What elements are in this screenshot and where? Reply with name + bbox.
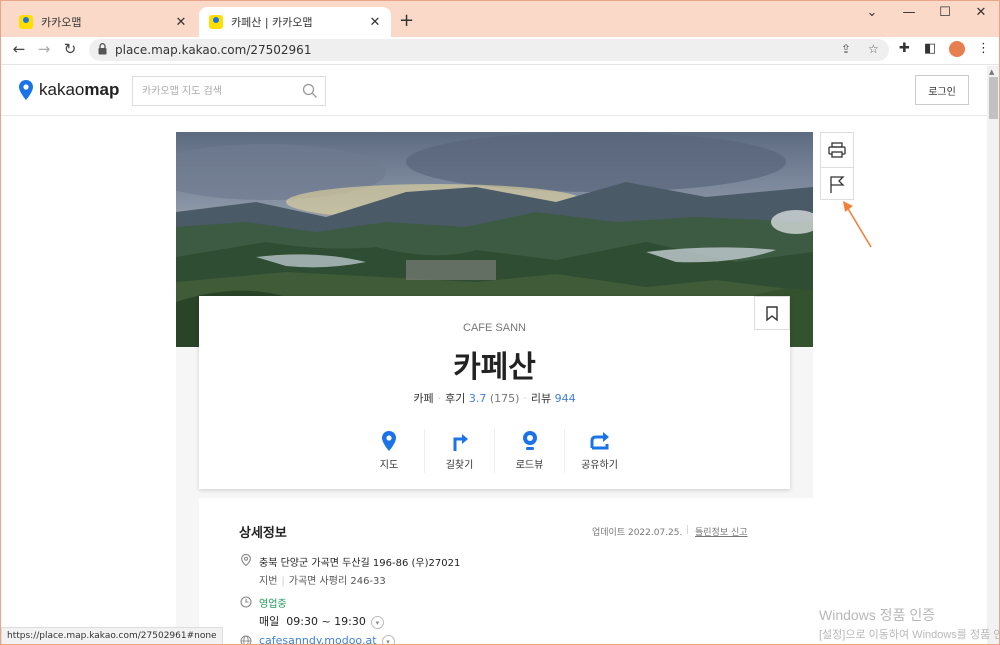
report-flag-button[interactable]	[821, 167, 853, 201]
maximize-icon[interactable]: ☐	[935, 5, 955, 20]
share-arrow-icon	[590, 432, 609, 450]
action-label: 길찾기	[445, 460, 474, 471]
link-status-bar: https://place.map.kakao.com/27502961#non…	[1, 627, 223, 644]
url-text: place.map.kakao.com/27502961	[115, 43, 312, 57]
share-action-button[interactable]: 공유하기	[564, 429, 634, 473]
map-pin-icon	[382, 431, 396, 451]
extensions-puzzle-icon[interactable]: ✚	[899, 41, 910, 56]
close-window-icon[interactable]: ✕	[971, 5, 991, 20]
review-label: 후기	[445, 392, 466, 405]
rating-count: (175)	[489, 392, 520, 405]
detail-heading: 상세정보	[239, 526, 287, 541]
detail-info-section: 상세정보 업데이트 2022.07.25. | 틀린정보 신고 충북 단양군 가…	[199, 498, 813, 644]
browser-window: 카카오맵 ✕ 카페산 | 카카오맵 ✕ + ⌄ — ☐ ✕ ← → ↻ plac…	[0, 0, 1000, 645]
update-date: 업데이트 2022.07.25.	[592, 528, 683, 538]
report-error-link[interactable]: 틀린정보 신고	[695, 525, 748, 538]
chevron-down-icon[interactable]: ▾	[370, 615, 384, 629]
scrollbar-thumb[interactable]	[989, 77, 998, 119]
roadview-icon	[522, 431, 537, 450]
share-icon[interactable]: ⇪	[841, 42, 851, 56]
tab-strip: 카카오맵 ✕ 카페산 | 카카오맵 ✕ + ⌄ — ☐ ✕	[1, 1, 999, 37]
place-actions: 지도 길찾기 로드뷰 공유하기	[354, 429, 637, 473]
clock-icon	[240, 596, 252, 608]
action-label: 로드뷰	[515, 460, 544, 471]
tab-title: 카카오맵	[41, 16, 82, 29]
place-meta: 카페 · 후기 3.7 (175) · 리뷰 944	[413, 392, 576, 405]
roadview-action-button[interactable]: 로드뷰	[494, 429, 564, 473]
printer-icon	[828, 142, 846, 158]
address-bar[interactable]: place.map.kakao.com/27502961 ⇪ ☆	[89, 39, 889, 61]
bookmark-icon	[766, 305, 778, 321]
action-label: 지도	[379, 460, 399, 471]
windows-activation-subtext: [설정]으로 이동하여 Windows를 정품 인증합니다.	[819, 629, 999, 641]
kakaomap-favicon-icon	[209, 15, 223, 29]
print-button[interactable]	[821, 133, 853, 167]
place-name: 카페산	[453, 350, 536, 385]
bookmark-button[interactable]	[754, 296, 790, 330]
blog-review-count[interactable]: 944	[555, 392, 576, 405]
back-arrow-icon[interactable]: ←	[9, 40, 29, 58]
browser-toolbar: ← → ↻ place.map.kakao.com/27502961 ⇪ ☆ ✚…	[1, 37, 999, 65]
map-search-input[interactable]	[133, 77, 293, 105]
lock-icon	[98, 43, 107, 55]
bookmark-star-icon[interactable]: ☆	[868, 42, 879, 56]
action-label: 공유하기	[581, 460, 618, 471]
minimize-icon[interactable]: —	[899, 5, 919, 20]
logo-text: kakaomap	[39, 80, 120, 99]
rating-score[interactable]: 3.7	[469, 392, 487, 405]
place-name-english: CAFE SANN	[463, 322, 526, 334]
map-search-box	[132, 76, 326, 106]
kakaomap-favicon-icon	[19, 15, 33, 29]
globe-icon	[240, 635, 252, 644]
chevron-down-icon[interactable]: ▾	[381, 634, 395, 644]
page-scrollbar[interactable]: ▲	[987, 66, 999, 644]
address-text: 충북 단양군 가곡면 두산길 196-86 (우)27021	[259, 558, 461, 569]
kakao-header: kakaomap 로그인	[1, 66, 987, 116]
reload-icon[interactable]: ↻	[60, 40, 80, 58]
kakaomap-logo[interactable]: kakaomap	[19, 80, 119, 100]
tab-search-chevron-icon[interactable]: ⌄	[862, 5, 882, 20]
map-pin-logo-icon	[19, 80, 33, 100]
jibun-address: 지번 | 가곡면 사평리 246-33	[259, 576, 386, 587]
profile-avatar[interactable]	[949, 41, 965, 57]
tab-kakaomap[interactable]: 카카오맵 ✕	[9, 7, 197, 37]
tab-cafe-sann[interactable]: 카페산 | 카카오맵 ✕	[199, 7, 391, 37]
side-panel-icon[interactable]: ◧	[924, 41, 936, 56]
business-hours: 매일 09:30 ~ 19:30 ▾	[259, 613, 384, 629]
flag-icon	[830, 175, 845, 193]
location-pin-icon	[241, 554, 251, 566]
place-category: 카페	[413, 392, 434, 405]
scroll-up-icon[interactable]: ▲	[989, 68, 994, 76]
windows-activation-watermark: Windows 정품 인증	[819, 607, 936, 623]
side-tool-buttons	[820, 132, 854, 200]
close-tab-icon[interactable]: ✕	[173, 15, 189, 30]
annotation-arrow	[843, 201, 872, 248]
open-status: 영업중	[259, 599, 287, 610]
blog-review-label: 리뷰	[530, 392, 552, 405]
directions-arrow-icon	[453, 434, 468, 451]
new-tab-button[interactable]: +	[399, 10, 414, 31]
map-action-button[interactable]: 지도	[354, 429, 424, 473]
login-button[interactable]: 로그인	[915, 75, 969, 105]
directions-action-button[interactable]: 길찾기	[424, 429, 494, 473]
close-tab-icon[interactable]: ✕	[367, 15, 383, 30]
more-menu-icon[interactable]: ⋮	[977, 41, 990, 56]
search-icon[interactable]	[302, 83, 318, 99]
tab-title: 카페산 | 카카오맵	[231, 16, 313, 29]
website-link[interactable]: cafesanndy.modoo.at ▾	[259, 634, 395, 644]
place-info-card: CAFE SANN 카페산 카페 · 후기 3.7 (175) · 리뷰 944 지도	[199, 296, 790, 489]
forward-arrow-icon[interactable]: →	[34, 40, 54, 58]
